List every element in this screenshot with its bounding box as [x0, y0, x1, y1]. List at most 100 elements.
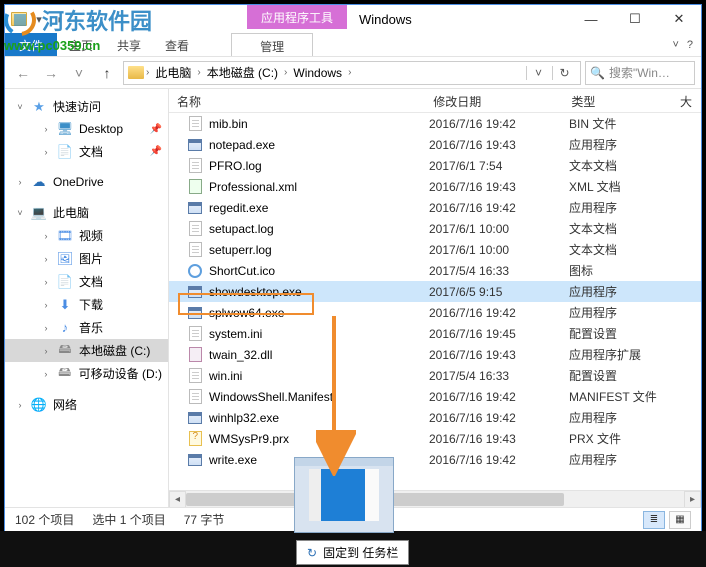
- chevron-icon[interactable]: ›: [15, 177, 25, 187]
- file-type: 配置设置: [569, 325, 679, 342]
- address-dropdown-icon[interactable]: ˅: [526, 66, 550, 80]
- file-row[interactable]: showdesktop.exe2017/6/5 9:15应用程序: [169, 281, 701, 302]
- sidebar-item-本地磁盘 (C:)[interactable]: ›🖴本地磁盘 (C:): [5, 339, 168, 362]
- pin-icon: ↻: [307, 546, 317, 560]
- scroll-left-button[interactable]: ◂: [169, 491, 186, 508]
- file-type: XML 文档: [569, 178, 679, 195]
- dl-icon: ⬇: [57, 297, 73, 313]
- chevron-icon[interactable]: ˅: [15, 102, 25, 112]
- chevron-icon[interactable]: ›: [41, 231, 51, 241]
- chevron-right-icon[interactable]: ›: [284, 67, 287, 78]
- chevron-icon[interactable]: ›: [41, 124, 51, 134]
- sidebar-item-快速访问[interactable]: ˅★快速访问: [5, 95, 168, 118]
- chevron-icon[interactable]: ›: [41, 277, 51, 287]
- chevron-icon[interactable]: ˅: [15, 208, 25, 218]
- chevron-icon[interactable]: ›: [41, 369, 51, 379]
- file-row[interactable]: win.ini2017/5/4 16:33配置设置: [169, 365, 701, 386]
- view-details-button[interactable]: ≣: [643, 511, 665, 529]
- chevron-icon[interactable]: ›: [15, 400, 25, 410]
- sidebar-item-图片[interactable]: ›🖼图片: [5, 247, 168, 270]
- file-row[interactable]: WMSysPr9.prx2016/7/16 19:43PRX 文件: [169, 428, 701, 449]
- ribbon-tab-home[interactable]: 主页: [57, 33, 105, 56]
- file-row[interactable]: twain_32.dll2016/7/16 19:43应用程序扩展: [169, 344, 701, 365]
- file-row[interactable]: splwow64.exe2016/7/16 19:42应用程序: [169, 302, 701, 323]
- chevron-right-icon[interactable]: ›: [197, 67, 200, 78]
- ribbon-expand-icon[interactable]: ˅: [672, 39, 678, 51]
- nav-back-button[interactable]: ←: [11, 61, 35, 85]
- chevron-icon[interactable]: ›: [41, 346, 51, 356]
- ribbon-file-tab[interactable]: 文件: [5, 33, 57, 56]
- sidebar-item-文档[interactable]: ›📄文档: [5, 270, 168, 293]
- file-type: 应用程序: [569, 304, 679, 321]
- drive-icon: 🖴: [57, 343, 73, 359]
- sidebar-item-文档[interactable]: ›📄文档📌: [5, 140, 168, 163]
- breadcrumb-drive-c[interactable]: 本地磁盘 (C:): [203, 62, 282, 83]
- file-row[interactable]: write.exe2016/7/16 19:42应用程序: [169, 449, 701, 470]
- file-row[interactable]: regedit.exe2016/7/16 19:42应用程序: [169, 197, 701, 218]
- scroll-track[interactable]: [186, 491, 684, 507]
- sidebar-item-音乐[interactable]: ›♪音乐: [5, 316, 168, 339]
- status-selected: 选中 1 个项目: [92, 511, 165, 528]
- file-row[interactable]: WindowsShell.Manifest2016/7/16 19:42MANI…: [169, 386, 701, 407]
- window-title: Windows: [347, 12, 424, 27]
- view-icons-button[interactable]: ▦: [669, 511, 691, 529]
- sidebar-item-可移动设备 (D:)[interactable]: ›🖴可移动设备 (D:): [5, 362, 168, 385]
- sidebar-item-Desktop[interactable]: ›🖥Desktop📌: [5, 118, 168, 140]
- refresh-button[interactable]: ↻: [552, 66, 576, 80]
- file-row[interactable]: system.ini2016/7/16 19:45配置设置: [169, 323, 701, 344]
- nav-forward-button[interactable]: →: [39, 61, 63, 85]
- file-row[interactable]: mib.bin2016/7/16 19:42BIN 文件: [169, 113, 701, 134]
- file-date: 2016/7/16 19:42: [429, 390, 569, 404]
- column-header-type[interactable]: 类型: [563, 89, 672, 112]
- file-row[interactable]: setuperr.log2017/6/1 10:00文本文档: [169, 239, 701, 260]
- pic-icon: 🖼: [57, 251, 73, 267]
- scroll-right-button[interactable]: ▸: [684, 491, 701, 508]
- window-icon[interactable]: [11, 12, 27, 26]
- ribbon-tab-share[interactable]: 共享: [105, 33, 153, 56]
- chevron-right-icon[interactable]: ›: [146, 67, 149, 78]
- column-header-date[interactable]: 修改日期: [425, 89, 563, 112]
- doc-icon: 📄: [57, 274, 73, 290]
- chevron-icon[interactable]: ›: [41, 254, 51, 264]
- column-header-name[interactable]: 名称: [169, 89, 425, 112]
- sidebar-item-下载[interactable]: ›⬇下载: [5, 293, 168, 316]
- file-row[interactable]: setupact.log2017/6/1 10:00文本文档: [169, 218, 701, 239]
- file-row[interactable]: winhlp32.exe2016/7/16 19:42应用程序: [169, 407, 701, 428]
- close-button[interactable]: ✕: [657, 5, 701, 33]
- breadcrumb-pc[interactable]: 此电脑: [151, 62, 195, 83]
- file-row[interactable]: PFRO.log2017/6/1 7:54文本文档: [169, 155, 701, 176]
- nav-recent-dropdown[interactable]: ˅: [67, 61, 91, 85]
- sidebar-item-此电脑[interactable]: ˅💻此电脑: [5, 201, 168, 224]
- address-bar[interactable]: › 此电脑 › 本地磁盘 (C:) › Windows › ˅ ↻: [123, 61, 581, 85]
- maximize-button[interactable]: ☐: [613, 5, 657, 33]
- nav-up-button[interactable]: ↑: [95, 61, 119, 85]
- chevron-icon[interactable]: ›: [41, 323, 51, 333]
- file-name: Professional.xml: [209, 180, 297, 194]
- ribbon-help-icon[interactable]: ?: [687, 39, 693, 51]
- file-row[interactable]: Professional.xml2016/7/16 19:43XML 文档: [169, 176, 701, 197]
- qat-overflow[interactable]: ▾: [51, 13, 67, 26]
- file-prx-icon: [189, 431, 202, 446]
- sidebar-item-视频[interactable]: ›🎞视频: [5, 224, 168, 247]
- file-xml-icon: [189, 179, 202, 194]
- file-row[interactable]: notepad.exe2016/7/16 19:43应用程序: [169, 134, 701, 155]
- sidebar-item-OneDrive[interactable]: ›☁OneDrive: [5, 171, 168, 193]
- horizontal-scrollbar[interactable]: ◂ ▸: [169, 490, 701, 507]
- pin-tooltip-label: 固定到 任务栏: [323, 544, 398, 561]
- ribbon-tab-manage[interactable]: 管理: [231, 33, 313, 56]
- chevron-right-icon[interactable]: ›: [348, 67, 351, 78]
- ribbon-tab-view[interactable]: 查看: [153, 33, 201, 56]
- breadcrumb-windows[interactable]: Windows: [289, 64, 346, 82]
- qat-dropdown[interactable]: ▾: [31, 13, 47, 26]
- sidebar-item-网络[interactable]: ›🌐网络: [5, 393, 168, 416]
- chevron-icon[interactable]: ›: [41, 147, 51, 157]
- file-row[interactable]: ShortCut.ico2017/5/4 16:33图标: [169, 260, 701, 281]
- chevron-icon[interactable]: ›: [41, 300, 51, 310]
- column-header-size[interactable]: 大: [672, 89, 701, 112]
- file-list[interactable]: mib.bin2016/7/16 19:42BIN 文件notepad.exe2…: [169, 113, 701, 490]
- minimize-button[interactable]: —: [569, 5, 613, 33]
- file-type: 文本文档: [569, 157, 679, 174]
- search-input[interactable]: 🔍 搜索"Win…: [585, 61, 695, 85]
- contextual-tab-app-tools[interactable]: 应用程序工具: [247, 5, 347, 29]
- file-type: 文本文档: [569, 220, 679, 237]
